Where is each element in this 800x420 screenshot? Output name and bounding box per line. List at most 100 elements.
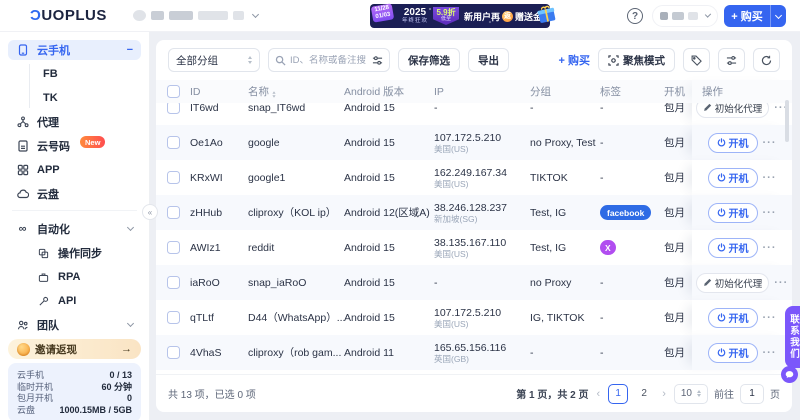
row-checkbox[interactable]: [167, 346, 180, 359]
more-actions-button[interactable]: ···: [763, 242, 777, 254]
sidebar: 云手机 − FB TK 代理 云号码 New APP: [0, 32, 150, 420]
col-header-group[interactable]: 分组: [530, 84, 600, 99]
row-checkbox[interactable]: [167, 171, 180, 184]
new-badge: New: [80, 136, 105, 148]
power-on-button[interactable]: 开机: [708, 238, 758, 258]
col-header-tag[interactable]: 标签: [600, 84, 664, 99]
power-on-button[interactable]: 开机: [708, 343, 758, 363]
workspace-selector[interactable]: [133, 10, 258, 21]
row-checkbox[interactable]: [167, 206, 180, 219]
sort-icon[interactable]: [272, 91, 276, 98]
col-header-id[interactable]: ID: [190, 86, 248, 98]
init-proxy-button[interactable]: 初始化代理: [696, 273, 770, 293]
cell-tag: -: [600, 137, 664, 149]
redacted-text: [672, 12, 685, 20]
row-checkbox[interactable]: [167, 276, 180, 289]
row-checkbox[interactable]: [167, 103, 180, 114]
cell-id: qTLtf: [190, 312, 248, 324]
buy-button-dropdown[interactable]: [770, 5, 786, 27]
chat-icon: [785, 370, 794, 379]
prev-page-button[interactable]: ‹: [595, 388, 603, 400]
more-actions-button[interactable]: ···: [763, 347, 777, 359]
help-button[interactable]: ?: [627, 8, 643, 24]
power-on-button[interactable]: 开机: [708, 203, 758, 223]
vertical-scrollbar[interactable]: [785, 100, 789, 142]
power-on-button[interactable]: 开机: [708, 168, 758, 188]
sidebar-item-cloud-phone[interactable]: 云手机 −: [8, 40, 141, 60]
cell-actions: 开机 ···: [692, 195, 792, 230]
more-actions-button[interactable]: ···: [763, 312, 777, 324]
col-header-name[interactable]: 名称: [248, 84, 344, 99]
chat-bubble-button[interactable]: [781, 366, 798, 383]
ip-address: -: [434, 277, 530, 289]
promo-banner[interactable]: 11/28 01/03 2025 年终狂欢 5.9折 低至 新用户再 返 赠送金: [370, 4, 550, 28]
group-filter-select[interactable]: 全部分组: [168, 48, 260, 72]
init-proxy-button[interactable]: 初始化代理: [696, 103, 770, 118]
cell-id: 4VhaS: [190, 347, 248, 359]
tag-badge[interactable]: X: [600, 240, 616, 255]
search-box: [268, 48, 390, 72]
buy-link[interactable]: + 购买: [559, 52, 590, 68]
sidebar-item-cloud-disk[interactable]: 云盘: [8, 184, 141, 204]
account-balance-selector[interactable]: [652, 5, 718, 27]
more-actions-button[interactable]: ···: [763, 172, 777, 184]
export-button[interactable]: 导出: [468, 48, 509, 72]
page-button-2[interactable]: 2: [634, 384, 654, 404]
next-page-button[interactable]: ›: [660, 388, 668, 400]
sidebar-collapse-button[interactable]: «: [142, 204, 158, 220]
row-checkbox[interactable]: [167, 136, 180, 149]
tag-manage-button[interactable]: [683, 48, 710, 72]
tag-badge[interactable]: facebook: [600, 205, 651, 220]
buy-button-label: + 购买: [724, 8, 770, 24]
cell-ip: 38.246.128.237新加坡(SG): [434, 202, 530, 224]
redacted-text: [169, 11, 193, 20]
power-on-button[interactable]: 开机: [708, 133, 758, 153]
sidebar-item-rpa[interactable]: RPA: [29, 267, 141, 287]
more-actions-button[interactable]: ···: [763, 137, 777, 149]
cell-name: google: [248, 137, 344, 149]
chevron-down-icon: [127, 224, 134, 231]
col-header-ip[interactable]: IP: [434, 86, 530, 98]
power-on-button[interactable]: 开机: [708, 308, 758, 328]
sidebar-item-api[interactable]: API: [29, 291, 141, 311]
cell-id: iaRoO: [190, 277, 248, 289]
sidebar-item-app[interactable]: APP: [8, 160, 141, 180]
save-filter-button[interactable]: 保存筛选: [398, 48, 460, 72]
goto-page-input[interactable]: [740, 384, 764, 404]
cell-checkbox: [156, 346, 190, 359]
more-actions-button[interactable]: ···: [763, 207, 777, 219]
row-checkbox[interactable]: [167, 241, 180, 254]
focus-mode-button[interactable]: 聚焦模式: [598, 48, 675, 72]
table-row: Oe1AogoogleAndroid 15107.172.5.210美国(US)…: [156, 125, 792, 160]
page-button-1[interactable]: 1: [608, 384, 628, 404]
sidebar-item-op-sync[interactable]: 操作同步: [29, 243, 141, 263]
sidebar-item-automation[interactable]: ∞ 自动化: [8, 219, 141, 239]
goto-suffix: 页: [770, 386, 780, 401]
select-all-checkbox[interactable]: [167, 85, 180, 98]
sliders-icon: [726, 55, 737, 66]
page-size-select[interactable]: 10: [674, 384, 708, 404]
column-settings-button[interactable]: [718, 48, 745, 72]
team-icon: [16, 319, 29, 332]
coin-icon: [17, 343, 30, 356]
more-actions-button[interactable]: ···: [774, 277, 788, 289]
cell-ip: 107.172.5.210美国(US): [434, 132, 530, 154]
sidebar-item-tk[interactable]: TK: [30, 88, 141, 108]
sidebar-item-team[interactable]: 团队: [8, 315, 141, 335]
collapse-minus-icon[interactable]: −: [127, 44, 133, 56]
cloud-icon: [16, 188, 29, 201]
invite-cashback-button[interactable]: 邀请返现 →: [8, 339, 141, 359]
sidebar-item-proxy[interactable]: 代理: [8, 112, 141, 132]
cell-group: TIKTOK: [530, 172, 600, 184]
row-checkbox[interactable]: [167, 311, 180, 324]
contact-us-tab[interactable]: 联系我们: [785, 306, 800, 368]
filter-sliders-icon[interactable]: [372, 55, 383, 66]
selection-summary: 共 13 项，已选 0 项: [168, 386, 256, 401]
col-header-android[interactable]: Android 版本: [344, 84, 434, 99]
header-buy-button[interactable]: + 购买: [724, 5, 786, 27]
sidebar-item-fb[interactable]: FB: [30, 64, 141, 84]
toolbar: 全部分组 保存筛选 导出 + 购买: [156, 40, 792, 80]
refresh-button[interactable]: [753, 48, 780, 72]
sidebar-item-cloud-number[interactable]: 云号码 New: [8, 136, 141, 156]
search-input[interactable]: [290, 55, 366, 66]
